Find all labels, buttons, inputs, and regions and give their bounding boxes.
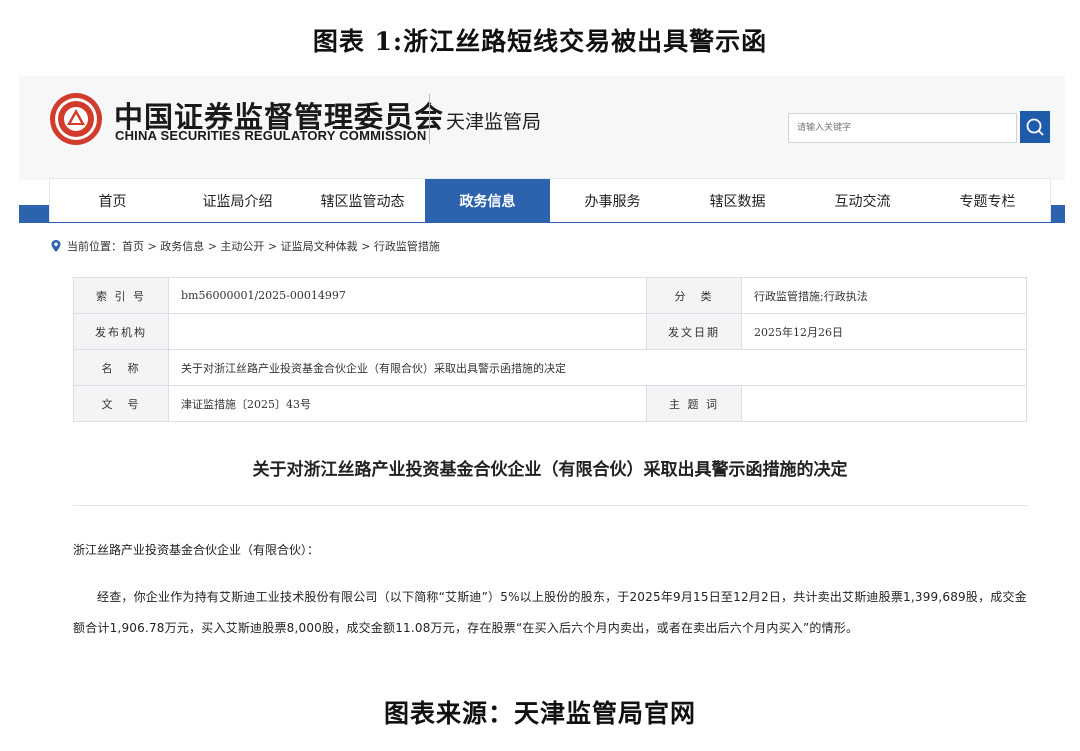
document-addressee: 浙江丝路产业投资基金合伙企业（有限合伙）： <box>73 543 320 557</box>
nav-item-services[interactable]: 办事服务 <box>550 179 675 222</box>
table-row: 索 引 号 bm56000001/2025-00014997 分 类 行政监管措… <box>73 277 1027 314</box>
document-paragraph: 经查，你企业作为持有艾斯迪工业技术股份有限公司（以下简称“艾斯迪”）5%以上股份… <box>73 590 1027 635</box>
doc-no-value: 津证监措施〔2025〕43号 <box>168 385 647 422</box>
main-nav: 首页 证监局介绍 辖区监管动态 政务信息 办事服务 辖区数据 互动交流 专题专栏 <box>49 178 1051 222</box>
site-header: 中国证券监督管理委员会 CHINA SECURITIES REGULATORY … <box>19 76 1065 180</box>
website-screenshot: 中国证券监督管理委员会 CHINA SECURITIES REGULATORY … <box>19 76 1065 672</box>
table-row: 名 称 关于对浙江丝路产业投资基金合伙企业（有限合伙）采取出具警示函措施的决定 <box>73 349 1027 386</box>
table-row: 发布机构 发文日期 2025年12月26日 <box>73 313 1027 350</box>
nav-item-about[interactable]: 证监局介绍 <box>175 179 300 222</box>
document-info-table: 索 引 号 bm56000001/2025-00014997 分 类 行政监管措… <box>73 277 1027 422</box>
logo-divider <box>429 94 430 144</box>
search-icon <box>1026 118 1044 136</box>
breadcrumb: 当前位置：首页 > 政务信息 > 主动公开 > 证监局文种体裁 > 行政监管措施 <box>49 238 440 254</box>
title-divider <box>73 505 1027 506</box>
name-label: 名 称 <box>73 349 169 386</box>
figure-source: 图表来源：天津监管局官网 <box>383 699 696 728</box>
publisher-label: 发布机构 <box>73 313 169 350</box>
publisher-value <box>168 313 647 350</box>
location-pin-icon <box>51 240 61 252</box>
date-label: 发文日期 <box>646 313 742 350</box>
index-value: bm56000001/2025-00014997 <box>168 277 647 314</box>
nav-item-interaction[interactable]: 互动交流 <box>800 179 925 222</box>
content-panel: 索 引 号 bm56000001/2025-00014997 分 类 行政监管措… <box>49 265 1051 672</box>
breadcrumb-text[interactable]: 当前位置：首页 > 政务信息 > 主动公开 > 证监局文种体裁 > 行政监管措施 <box>67 238 440 254</box>
table-row: 文 号 津证监措施〔2025〕43号 主 题 词 <box>73 385 1027 422</box>
figure-title: 图表 1:浙江丝路短线交易被出具警示函 <box>312 27 768 56</box>
search-input[interactable] <box>788 113 1017 143</box>
nav-item-special-topics[interactable]: 专题专栏 <box>925 179 1050 222</box>
nav-item-regional-data[interactable]: 辖区数据 <box>675 179 800 222</box>
name-value: 关于对浙江丝路产业投资基金合伙企业（有限合伙）采取出具警示函措施的决定 <box>168 349 1027 386</box>
category-value: 行政监管措施;行政执法 <box>741 277 1027 314</box>
csrc-emblem-icon[interactable] <box>49 92 103 146</box>
date-value: 2025年12月26日 <box>741 313 1027 350</box>
search-button[interactable] <box>1020 111 1050 143</box>
nav-item-regional-news[interactable]: 辖区监管动态 <box>300 179 425 222</box>
document-title: 关于对浙江丝路产业投资基金合伙企业（有限合伙）采取出具警示函措施的决定 <box>252 460 848 480</box>
bureau-name: 天津监管局 <box>446 111 542 133</box>
org-name-en[interactable]: CHINA SECURITIES REGULATORY COMMISSION <box>115 128 426 143</box>
nav-item-home[interactable]: 首页 <box>50 179 175 222</box>
subject-label: 主 题 词 <box>646 385 742 422</box>
subject-value <box>741 385 1027 422</box>
nav-item-gov-info[interactable]: 政务信息 <box>425 179 550 222</box>
doc-no-label: 文 号 <box>73 385 169 422</box>
index-label: 索 引 号 <box>73 277 169 314</box>
category-label: 分 类 <box>646 277 742 314</box>
